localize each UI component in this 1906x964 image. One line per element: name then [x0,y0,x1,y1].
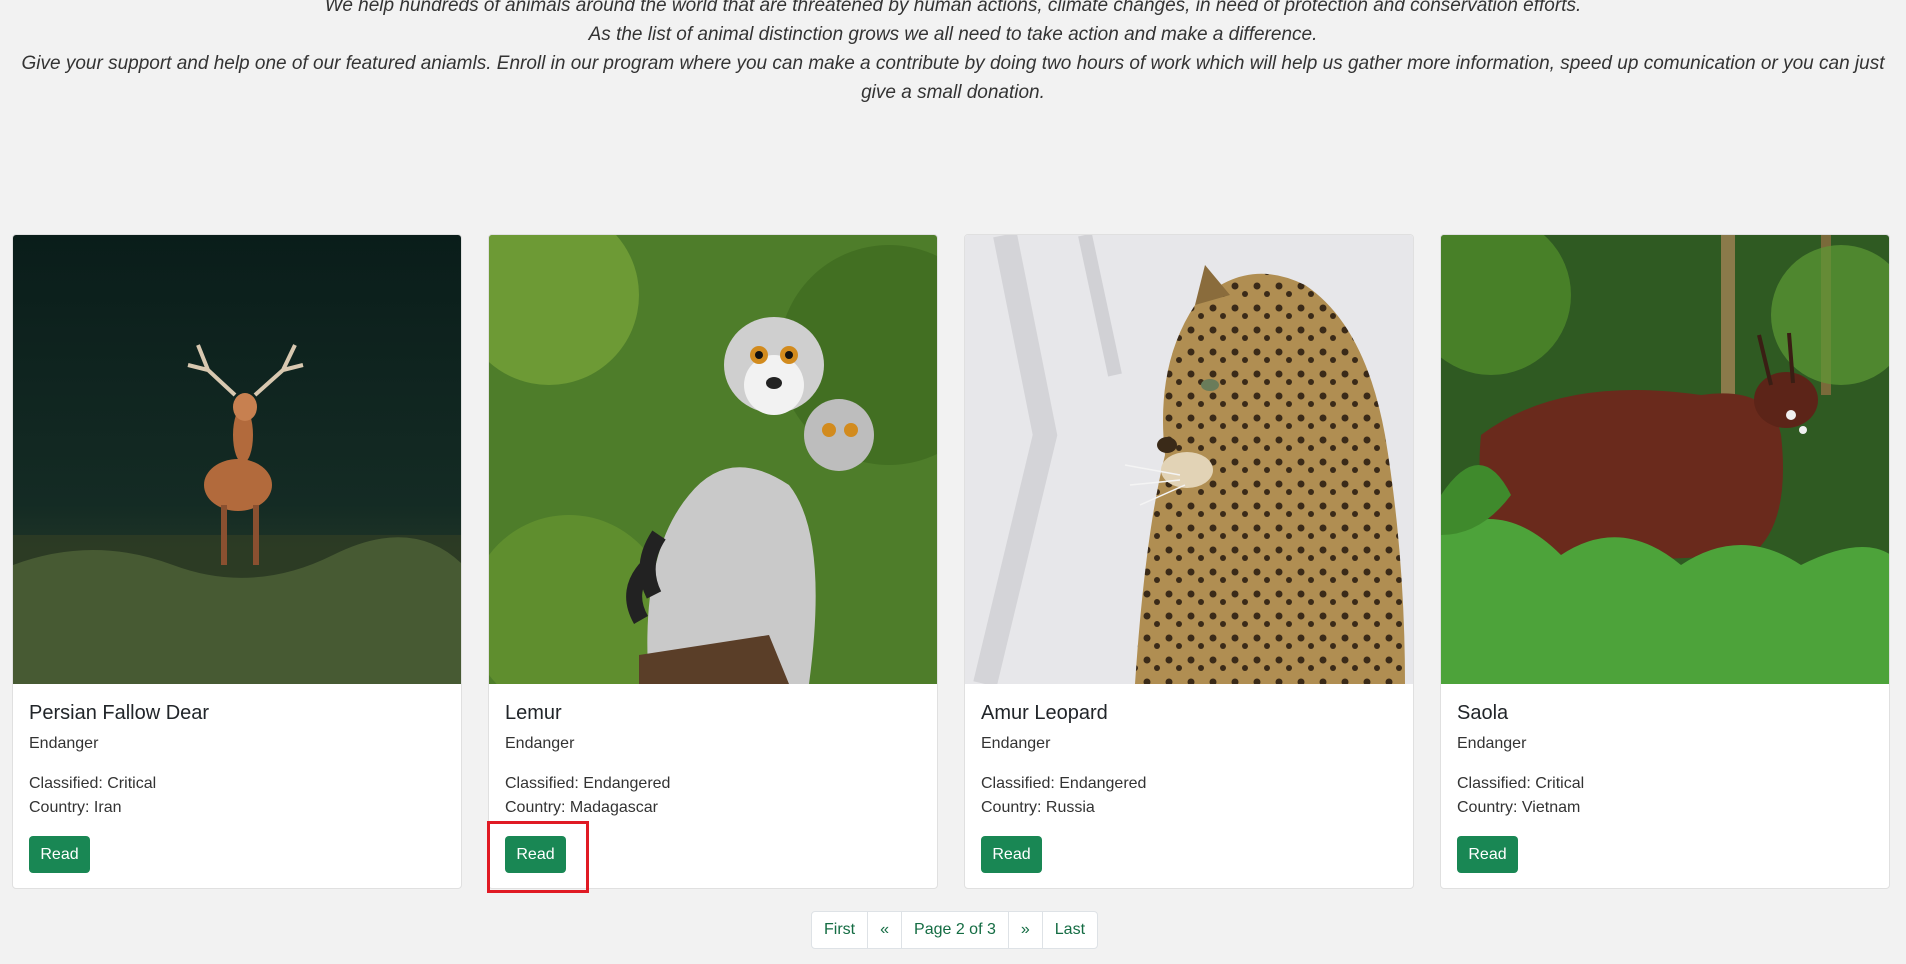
card-title: Persian Fallow Dear [29,702,210,724]
card-title: Amur Leopard [981,702,1108,724]
card-country: Country: Russia [981,799,1095,816]
pagination-last[interactable]: Last [1041,912,1097,948]
intro-text: We help hundreds of animals around the w… [0,0,1906,107]
read-button[interactable]: Read [1457,836,1518,873]
card-country: Country: Iran [29,799,122,816]
lemur-image [489,235,937,684]
read-button[interactable]: Read [29,836,90,873]
read-button[interactable]: Read [981,836,1042,873]
amur-leopard-image [965,235,1413,684]
persian-fallow-deer-image [13,235,461,684]
card-title: Lemur [505,702,562,724]
pagination-prev[interactable]: « [867,912,901,948]
card-subtitle: Endanger [505,735,575,752]
card-classified: Classified: Critical [1457,775,1585,792]
card-subtitle: Endanger [29,735,99,752]
saola-image [1441,235,1889,684]
pagination-first[interactable]: First [812,912,867,948]
animal-card-saola: Saola Endanger Classified: Critical Coun… [1440,234,1890,889]
pagination-info: Page 2 of 3 [901,912,1008,948]
card-country: Country: Vietnam [1457,799,1581,816]
animal-card-amur-leopard: Amur Leopard Endanger Classified: Endang… [964,234,1414,889]
intro-line-1: We help hundreds of animals around the w… [324,0,1582,16]
intro-line-2: As the list of animal distinction grows … [588,24,1318,45]
animal-card-persian-fallow-deer: Persian Fallow Dear Endanger Classified:… [12,234,462,889]
pagination: First « Page 2 of 3 » Last [811,911,1099,949]
intro-line-3: Give your support and help one of our fe… [21,53,1885,103]
pagination-next[interactable]: » [1007,912,1042,948]
card-classified: Classified: Endangered [505,775,671,792]
animal-card-lemur: Lemur Endanger Classified: Endangered Co… [488,234,938,889]
animal-card-grid: Persian Fallow Dear Endanger Classified:… [12,234,1892,891]
card-title: Saola [1457,702,1509,724]
card-country: Country: Madagascar [505,799,658,816]
read-button[interactable]: Read [505,836,566,873]
card-classified: Classified: Endangered [981,775,1147,792]
card-classified: Classified: Critical [29,775,157,792]
card-subtitle: Endanger [981,735,1051,752]
card-subtitle: Endanger [1457,735,1527,752]
